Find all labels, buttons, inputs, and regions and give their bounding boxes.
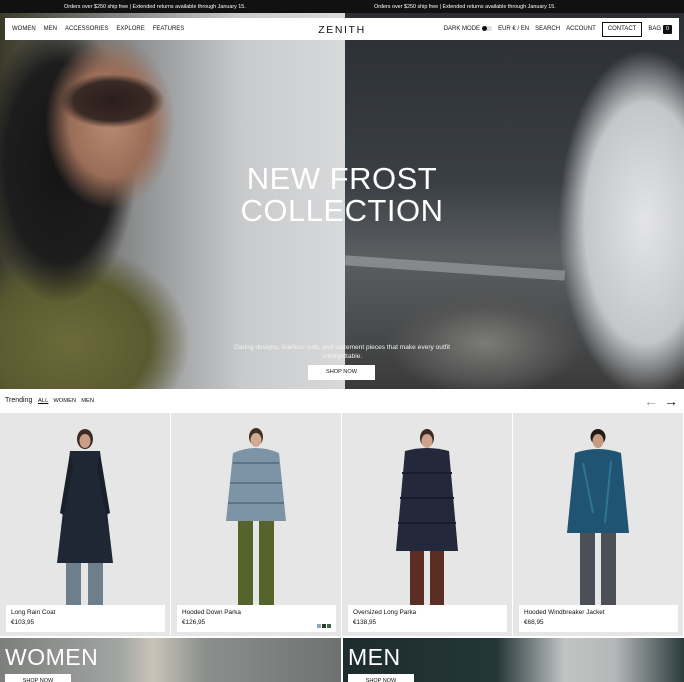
- account-link[interactable]: ACCOUNT: [566, 26, 596, 32]
- product-name[interactable]: Hooded Windbreaker Jacket: [524, 609, 673, 616]
- announcement-bar: Orders over $250 ship free | Extended re…: [0, 0, 684, 13]
- category-banner-men[interactable]: MEN SHOP NOW: [343, 638, 684, 682]
- product-info: Long Rain Coat €103,95: [6, 605, 165, 632]
- hero-title-line: COLLECTION: [240, 193, 444, 228]
- dark-mode-toggle[interactable]: DARK MODE: [443, 25, 493, 33]
- hero-subtitle: Daring designs, fearless cuts, and state…: [234, 344, 450, 360]
- search-link[interactable]: SEARCH: [535, 26, 560, 32]
- product-image: [396, 429, 458, 605]
- product-price: €126,95: [182, 619, 206, 626]
- hero-shop-now-button[interactable]: SHOP NOW: [308, 365, 375, 380]
- product-card[interactable]: Long Rain Coat €103,95: [0, 413, 170, 636]
- carousel-arrows: ← →: [644, 394, 678, 408]
- announcement-text: Orders over $250 ship free | Extended re…: [64, 3, 246, 10]
- product-name[interactable]: Oversized Long Parka: [353, 609, 502, 616]
- product-info: Hooded Windbreaker Jacket €68,95: [519, 605, 678, 632]
- tab-women[interactable]: WOMEN: [53, 398, 76, 404]
- color-swatch[interactable]: [322, 624, 326, 628]
- bag-link[interactable]: BAG 0: [648, 24, 672, 34]
- product-price: €138,95: [353, 619, 377, 626]
- nav-link-features[interactable]: FEATURES: [153, 26, 185, 32]
- contact-button[interactable]: CONTACT: [601, 21, 643, 37]
- product-card[interactable]: Hooded Down Parka €126,95: [171, 413, 341, 636]
- product-card[interactable]: Oversized Long Parka €138,95: [342, 413, 512, 636]
- main-nav: WOMEN MEN ACCESSORIES EXPLORE FEATURES Z…: [5, 18, 679, 40]
- hero-title-line: NEW FROST: [246, 161, 438, 196]
- logo-text[interactable]: ZENITH: [318, 24, 366, 36]
- nav-link-men[interactable]: MEN: [44, 26, 57, 32]
- color-swatches: [317, 624, 331, 628]
- nav-link-explore[interactable]: EXPLORE: [116, 26, 144, 32]
- announcement-text: Orders over $250 ship free | Extended re…: [374, 3, 556, 10]
- product-price: €103,95: [11, 619, 35, 626]
- trending-tabs: ALL WOMEN MEN: [38, 398, 94, 404]
- currency-language-selector[interactable]: EUR € / EN: [498, 26, 529, 32]
- product-image: [567, 429, 629, 605]
- nav-links: WOMEN MEN ACCESSORIES EXPLORE FEATURES: [12, 26, 184, 32]
- bag-count-badge: 0: [663, 24, 672, 34]
- product-info: Hooded Down Parka €126,95: [177, 605, 336, 632]
- shop-women-button[interactable]: SHOP NOW: [5, 674, 71, 682]
- nav-link-accessories[interactable]: ACCESSORIES: [65, 26, 108, 32]
- trending-header: Trending ALL WOMEN MEN ← →: [0, 389, 684, 413]
- toggle-switch-icon: [482, 25, 493, 31]
- product-grid: Long Rain Coat €103,95 Hooded Down Parka…: [0, 413, 684, 636]
- category-title: WOMEN: [5, 644, 99, 670]
- product-name[interactable]: Long Rain Coat: [11, 609, 160, 616]
- category-banner-women[interactable]: WOMEN SHOP NOW: [0, 638, 341, 682]
- product-image: [57, 429, 113, 605]
- shop-men-button[interactable]: SHOP NOW: [348, 674, 414, 682]
- product-info: Oversized Long Parka €138,95: [348, 605, 507, 632]
- arrow-left-icon[interactable]: ←: [644, 394, 658, 408]
- nav-link-women[interactable]: WOMEN: [12, 26, 36, 32]
- color-swatch[interactable]: [327, 624, 331, 628]
- product-image: [226, 428, 286, 605]
- product-card[interactable]: Hooded Windbreaker Jacket €68,95: [513, 413, 683, 636]
- tab-men[interactable]: MEN: [81, 398, 94, 404]
- nav-utilities: DARK MODE EUR € / EN SEARCH ACCOUNT CONT…: [444, 18, 672, 40]
- trending-title: Trending: [5, 397, 33, 404]
- bag-label: BAG: [648, 25, 661, 32]
- color-swatch[interactable]: [317, 624, 321, 628]
- product-price: €68,95: [524, 619, 544, 626]
- hero-banner: NEW FROST COLLECTION Daring designs, fea…: [0, 13, 684, 389]
- product-name[interactable]: Hooded Down Parka: [182, 609, 331, 616]
- hero-title: NEW FROST COLLECTION: [0, 163, 684, 227]
- category-title: MEN: [348, 644, 401, 670]
- tab-all[interactable]: ALL: [38, 398, 48, 404]
- arrow-right-icon[interactable]: →: [664, 394, 678, 408]
- dark-mode-label: DARK MODE: [443, 26, 481, 33]
